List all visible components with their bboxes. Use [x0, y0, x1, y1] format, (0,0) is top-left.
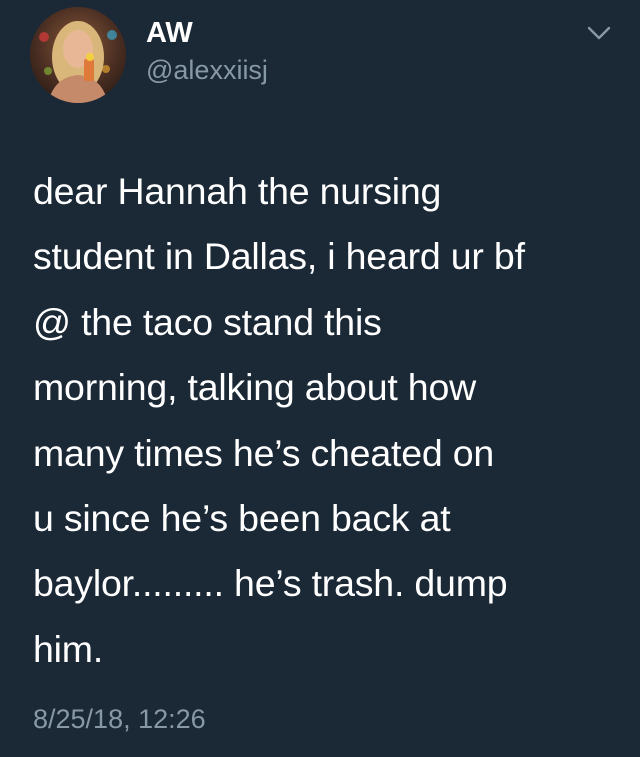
tweet-text: dear Hannah the nursing student in Dalla… — [33, 159, 623, 682]
tweet-text-line: student in Dallas, i heard ur bf — [33, 235, 525, 278]
more-options-button[interactable] — [586, 24, 612, 42]
tweet-text-line: him. — [33, 627, 104, 670]
user-handle[interactable]: @alexxiisj — [146, 54, 268, 86]
chevron-down-icon — [587, 26, 611, 40]
profile-photo-icon — [30, 7, 126, 103]
tweet-text-line: dear Hannah the nursing — [33, 170, 442, 212]
tweet-card: AW @alexxiisj dear Hannah the nursing st… — [0, 0, 640, 757]
tweet-text-line: morning, talking about how — [33, 366, 476, 409]
tweet-text-line: @ the taco stand this — [33, 300, 382, 343]
tweet-text-line: u since he’s been back at — [33, 497, 451, 540]
avatar[interactable] — [30, 7, 126, 103]
display-name[interactable]: AW — [146, 16, 193, 50]
tweet-timestamp[interactable]: 8/25/18, 12:26 — [33, 703, 206, 735]
tweet-text-line: many times he’s cheated on — [33, 431, 495, 474]
tweet-text-line: baylor......... he’s trash. dump — [33, 562, 508, 605]
